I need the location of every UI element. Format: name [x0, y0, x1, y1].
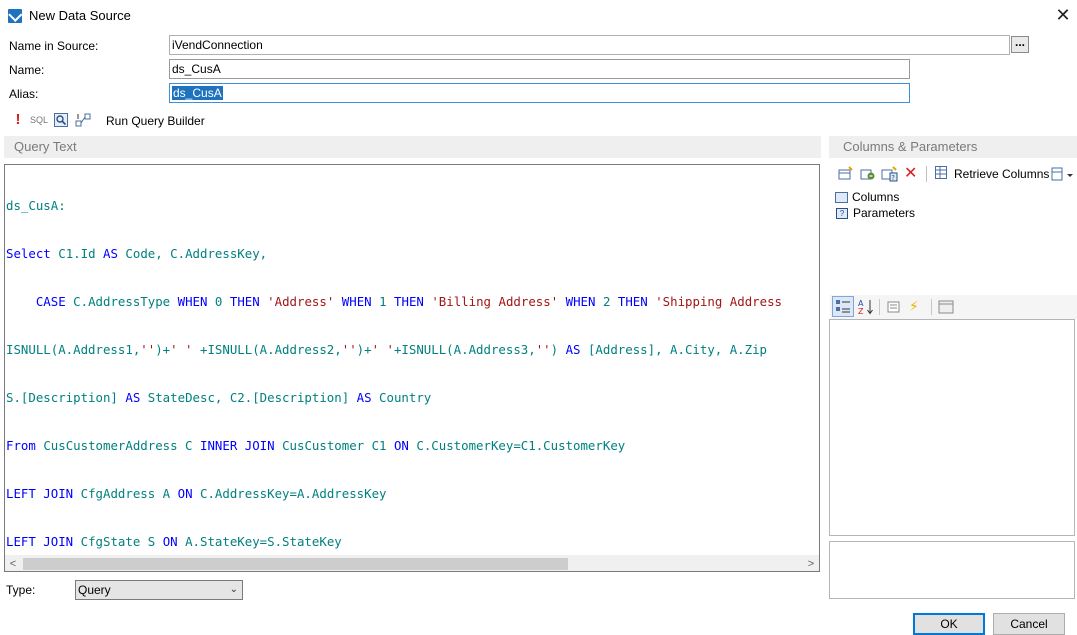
ok-button[interactable]: OK	[913, 613, 985, 635]
code-line: CASE C.AddressType WHEN 0 THEN 'Address'…	[35, 294, 783, 309]
toolbar-divider	[879, 299, 880, 315]
query-editor[interactable]: ds_CusA: Select C1.Id AS Code, C.Address…	[4, 164, 820, 572]
code-line: ds_CusA:	[6, 198, 66, 213]
code-line: LEFT JOIN CfgAddress A ON C.AddressKey=A…	[6, 486, 387, 501]
horizontal-scrollbar[interactable]: < >	[5, 555, 819, 571]
edit-column-icon[interactable]	[860, 166, 876, 182]
app-icon	[8, 9, 22, 23]
scroll-left-icon[interactable]: <	[5, 556, 21, 571]
sql-icon[interactable]: SQL	[30, 112, 48, 128]
categorized-icon[interactable]	[832, 296, 854, 317]
title-bar: New Data Source ✕	[0, 0, 1077, 32]
events-icon[interactable]: ⚡	[909, 298, 923, 314]
tree-item-parameters[interactable]: Parameters	[853, 206, 915, 220]
run-query-builder-button[interactable]: Run Query Builder	[106, 114, 205, 128]
code-line: LEFT JOIN CfgState S ON A.StateKey=S.Sta…	[6, 534, 342, 549]
close-icon[interactable]: ✕	[1052, 4, 1074, 26]
query-preview-icon[interactable]	[54, 113, 68, 127]
name-input[interactable]: ds_CusA	[169, 59, 910, 79]
svg-text:Z: Z	[858, 307, 864, 316]
type-select[interactable]: Query ⌄	[75, 580, 243, 600]
alias-input[interactable]: ds_CusA	[169, 83, 910, 103]
properties-icon[interactable]	[886, 299, 902, 315]
toolbar-divider	[926, 166, 927, 182]
code-line: Select C1.Id AS Code, C.AddressKey,	[6, 246, 268, 261]
name-in-source-field[interactable]: iVendConnection	[169, 35, 1010, 55]
tree-item-columns[interactable]: Columns	[852, 190, 899, 204]
add-parameter-icon[interactable]: ?	[881, 166, 899, 182]
alias-label: Alias:	[9, 87, 39, 101]
cancel-button[interactable]: Cancel	[993, 613, 1065, 635]
property-pages-icon[interactable]	[938, 299, 954, 315]
scroll-right-icon[interactable]: >	[803, 556, 819, 571]
query-builder-icon[interactable]	[75, 112, 92, 128]
browse-button[interactable]: ...	[1011, 36, 1029, 53]
alphabetical-icon[interactable]: AZ	[857, 298, 875, 316]
svg-text:?: ?	[891, 174, 895, 182]
code-line: ISNULL(A.Address1,'')+' ' +ISNULL(A.Addr…	[6, 342, 768, 357]
type-selected-value: Query	[78, 583, 111, 597]
add-column-icon[interactable]	[838, 166, 854, 182]
type-label: Type:	[6, 583, 36, 597]
window-title: New Data Source	[29, 8, 131, 23]
name-in-source-label: Name in Source:	[9, 39, 99, 53]
name-label: Name:	[9, 63, 45, 77]
columns-icon	[835, 192, 848, 203]
retrieve-columns-button[interactable]: Retrieve Columns	[954, 167, 1049, 181]
toolbar-divider	[931, 299, 932, 315]
more-options-dropdown[interactable]	[1051, 166, 1075, 182]
exclamation-icon[interactable]: !	[10, 112, 26, 128]
parameters-icon: ?	[836, 208, 848, 219]
columns-parameters-header: Columns & Parameters	[829, 136, 1077, 158]
query-text-header: Query Text	[4, 136, 821, 158]
query-code: ds_CusA: Select C1.Id AS Code, C.Address…	[6, 166, 783, 571]
retrieve-columns-icon[interactable]	[935, 166, 951, 182]
scroll-thumb[interactable]	[23, 558, 568, 570]
code-line: S.[Description] AS StateDesc, C2.[Descri…	[6, 390, 432, 405]
property-description	[829, 541, 1075, 599]
code-line: From CusCustomerAddress C INNER JOIN Cus…	[6, 438, 626, 453]
chevron-down-icon: ⌄	[229, 584, 238, 595]
property-grid[interactable]	[829, 319, 1075, 536]
delete-icon[interactable]: ✕	[904, 166, 918, 182]
alias-selected-text: ds_CusA	[172, 86, 223, 100]
